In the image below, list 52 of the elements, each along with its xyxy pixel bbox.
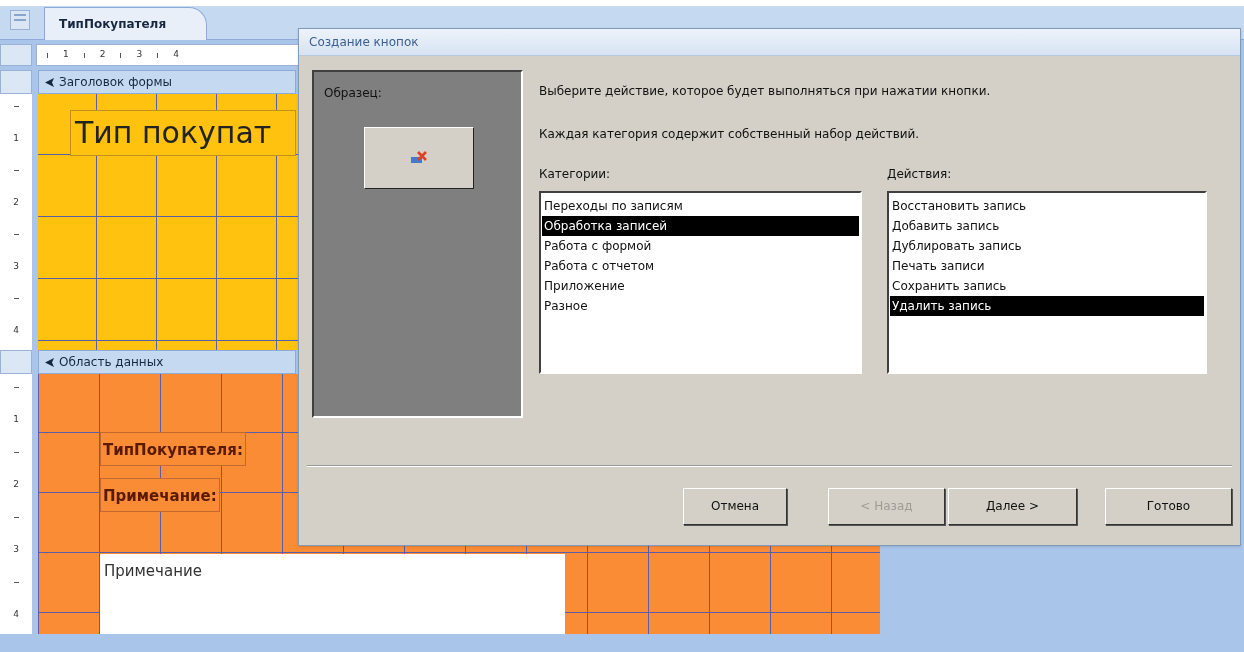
ruler-number: 4 (173, 48, 179, 62)
ruler-number: 4 (13, 607, 19, 621)
section-marker-icon (45, 357, 54, 367)
dialog-button[interactable]: Далее > (948, 487, 1077, 525)
list-item[interactable]: Обработка записей (542, 216, 859, 236)
list-item[interactable]: Работа с отчетом (542, 256, 859, 276)
actions-list[interactable]: Восстановить запись Добавить запись Дублировать запись Печать записи Сохранить запись Удалить запись (887, 191, 1207, 374)
categories-list[interactable]: Переходы по записям Обработка записей Работа с формой Работа с отчетом Приложение Разное (539, 191, 862, 374)
dialog-button[interactable]: Отмена (683, 487, 787, 525)
ruler-number: 3 (13, 260, 19, 274)
section-selector[interactable] (0, 70, 32, 94)
ruler-number: 2 (13, 477, 19, 491)
sample-button[interactable] (364, 127, 474, 189)
ruler-number: 2 (99, 48, 106, 62)
sample-label: Образец: (324, 85, 383, 102)
form-icon (10, 10, 30, 30)
ruler-number: 1 (13, 132, 19, 146)
list-item[interactable]: Добавить запись (890, 216, 1204, 236)
section-title: Заголовок формы (59, 74, 172, 91)
dialog-button[interactable]: Готово (1105, 487, 1232, 525)
instruction-text: Выберите действие, которое будет выполняться при нажатии кнопки. (539, 83, 992, 100)
list-item[interactable]: Переходы по записям (542, 196, 859, 216)
text-box[interactable]: Примечание (100, 554, 565, 634)
ruler-number: 4 (13, 324, 19, 338)
list-item[interactable]: Восстановить запись (890, 196, 1204, 216)
ruler-number: 1 (13, 412, 19, 426)
list-item[interactable]: Приложение (542, 276, 859, 296)
ruler-number: 3 (136, 48, 143, 62)
section-selector[interactable] (0, 350, 32, 374)
form-title-label[interactable]: Тип покупат (70, 110, 296, 156)
note-text: Каждая категория содержит собственный набор действий. (539, 126, 921, 143)
list-item[interactable]: Удалить запись (890, 296, 1204, 316)
dialog-title: Создание кнопок (309, 34, 419, 51)
document-tab[interactable]: ТипПокупателя (44, 7, 208, 40)
section-title: Область данных (59, 354, 164, 371)
ruler-corner[interactable] (0, 44, 32, 66)
ruler-number: 1 (63, 48, 69, 62)
section-bar[interactable]: Область данных (38, 350, 296, 374)
ruler-number: 3 (13, 542, 19, 556)
list-item[interactable]: Сохранить запись (890, 276, 1204, 296)
list-label: Действия: (887, 166, 953, 183)
list-item[interactable]: Разное (542, 296, 859, 316)
list-item[interactable]: Работа с формой (542, 236, 859, 256)
section-bar[interactable]: Заголовок формы (38, 70, 296, 94)
list-item[interactable]: Печать записи (890, 256, 1204, 276)
section-marker-icon (45, 77, 54, 87)
ruler-number: 2 (13, 196, 19, 210)
list-label: Категории: (539, 166, 612, 183)
delete-record-icon (410, 151, 428, 165)
field-label[interactable]: Примечание: (100, 478, 220, 512)
field-label[interactable]: ТипПокупателя: (100, 432, 246, 466)
list-item[interactable]: Дублировать запись (890, 236, 1204, 256)
